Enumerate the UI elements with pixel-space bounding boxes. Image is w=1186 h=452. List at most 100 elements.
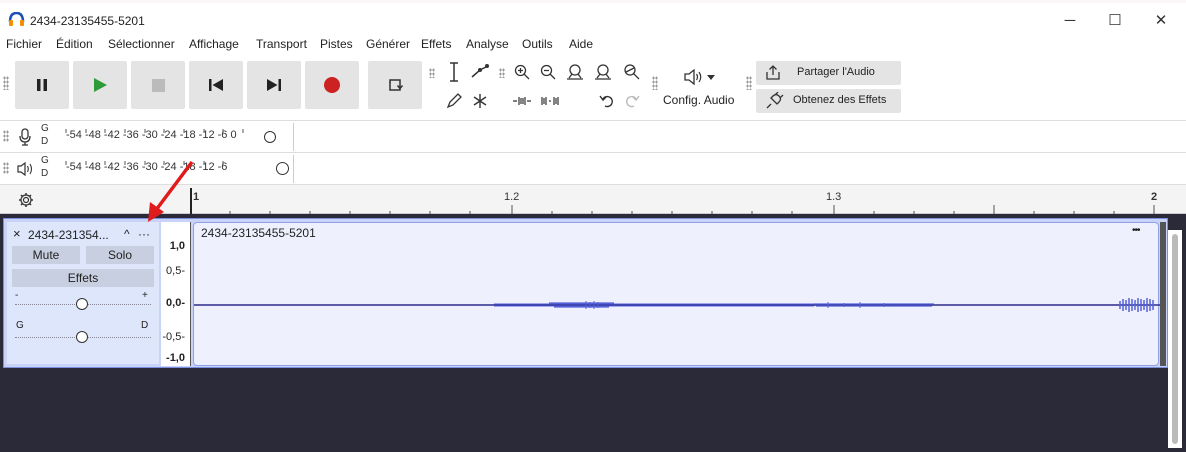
- share-audio-label: Partager l'Audio: [797, 66, 875, 78]
- pan-right-label: D: [141, 320, 149, 331]
- menu-generer[interactable]: Générer: [366, 37, 410, 51]
- trim-button[interactable]: [511, 90, 533, 112]
- record-meter-toolbar: G D -54 -48 -42 -36 -30 -24 -18 -12 -6 0: [0, 120, 1186, 152]
- menu-transport[interactable]: Transport: [256, 37, 307, 51]
- loop-button[interactable]: [368, 61, 422, 109]
- close-track-icon[interactable]: ×: [13, 226, 21, 241]
- zoom-selection-icon: [567, 64, 583, 80]
- playback-meter-channel-g: G: [41, 155, 49, 166]
- audio-clip[interactable]: 2434-23135455-5201 •••: [193, 222, 1160, 367]
- menu-pistes[interactable]: Pistes: [320, 37, 353, 51]
- speaker-icon: [684, 69, 702, 85]
- silence-button[interactable]: [539, 90, 561, 112]
- multi-tool[interactable]: [469, 90, 491, 112]
- solo-button[interactable]: Solo: [86, 246, 154, 264]
- record-icon: [324, 77, 340, 93]
- trim-icon: [513, 97, 531, 105]
- track-menu-icon[interactable]: ···: [138, 227, 150, 241]
- collapse-track-icon[interactable]: ^: [124, 227, 130, 241]
- scrollbar-thumb[interactable]: [1172, 234, 1178, 444]
- menu-aide[interactable]: Aide: [569, 37, 593, 51]
- ruler-label-1-3: 1.3: [826, 191, 842, 203]
- minimize-button[interactable]: ─: [1050, 7, 1090, 33]
- record-meter-grip[interactable]: [3, 130, 9, 142]
- skip-to-end-button[interactable]: [247, 61, 301, 109]
- envelope-tool[interactable]: [469, 61, 491, 83]
- undo-icon: [599, 95, 613, 108]
- track-area[interactable]: × 2434-231354... ^ ··· Mute Solo Effets …: [0, 214, 1186, 452]
- audio-setup-grip[interactable]: [652, 76, 658, 90]
- annotation-arrow: [148, 160, 194, 222]
- ruler-label-2: 2: [1151, 191, 1158, 203]
- asterisk-icon: [473, 94, 487, 108]
- gain-slider-handle[interactable]: [76, 298, 88, 310]
- record-meter-ticks: [65, 129, 244, 133]
- skip-to-start-button[interactable]: [189, 61, 243, 109]
- playback-volume-slider[interactable]: [276, 162, 289, 175]
- fit-project-button[interactable]: [592, 61, 614, 83]
- track-name[interactable]: 2434-231354...: [28, 228, 109, 242]
- menu-bar: Fichier Édition Sélectionner Affichage T…: [0, 34, 1186, 54]
- share-audio-button[interactable]: Partager l'Audio: [756, 61, 901, 85]
- zoom-in-icon: [514, 64, 530, 80]
- speaker-icon[interactable]: [16, 162, 36, 176]
- loop-icon: [389, 79, 404, 91]
- menu-selectionner[interactable]: Sélectionner: [108, 37, 175, 51]
- skip-end-icon: [267, 79, 281, 91]
- zoom-grip[interactable]: [499, 68, 505, 78]
- close-button[interactable]: ✕: [1141, 7, 1181, 33]
- skip-start-icon: [209, 79, 223, 91]
- audio-setup-button[interactable]: Config. Audio: [660, 61, 742, 111]
- menu-effets[interactable]: Effets: [421, 37, 451, 51]
- redo-button[interactable]: [621, 90, 643, 112]
- scale-label-0: 0,0-: [166, 297, 185, 309]
- scale-label-minus-1: -1,0: [166, 352, 185, 364]
- menu-fichier[interactable]: Fichier: [6, 37, 42, 51]
- undo-button[interactable]: [596, 90, 618, 112]
- pan-left-label: G: [16, 320, 24, 331]
- plug-icon: [766, 92, 784, 109]
- toolbar-grip[interactable]: [3, 76, 9, 90]
- track-control-panel[interactable]: × 2434-231354... ^ ··· Mute Solo Effets …: [7, 222, 159, 364]
- record-button[interactable]: [305, 61, 359, 109]
- record-volume-slider[interactable]: [264, 131, 276, 143]
- stop-icon: [151, 78, 165, 92]
- microphone-icon[interactable]: [18, 128, 32, 146]
- vertical-scrollbar[interactable]: [1168, 230, 1182, 448]
- audio-track[interactable]: × 2434-231354... ^ ··· Mute Solo Effets …: [3, 218, 1168, 368]
- ruler-label-1-2: 1.2: [504, 191, 520, 203]
- amplitude-scale[interactable]: 1,0 0,5- 0,0- -0,5- -1,0: [161, 222, 191, 366]
- track-resize-handle[interactable]: [1160, 222, 1166, 366]
- pause-button[interactable]: [15, 61, 69, 109]
- scale-label-0-5: 0,5-: [166, 265, 185, 277]
- selection-tool[interactable]: [443, 61, 465, 83]
- tools-grip[interactable]: [429, 68, 435, 78]
- get-effects-button[interactable]: Obtenez des Effets: [756, 89, 901, 113]
- record-meter-channel-d: D: [41, 136, 49, 147]
- zoom-out-button[interactable]: [537, 61, 559, 83]
- pan-slider-handle[interactable]: [76, 331, 88, 343]
- playback-meter-channel-d: D: [41, 168, 49, 179]
- mute-button[interactable]: Mute: [12, 246, 80, 264]
- gear-icon[interactable]: [18, 192, 34, 208]
- fit-selection-button[interactable]: [564, 61, 586, 83]
- draw-tool[interactable]: [443, 90, 465, 112]
- menu-affichage[interactable]: Affichage: [189, 37, 239, 51]
- playback-meter-grip[interactable]: [3, 162, 9, 174]
- redo-icon: [626, 95, 640, 108]
- menu-outils[interactable]: Outils: [522, 37, 553, 51]
- waveform[interactable]: [194, 223, 1160, 367]
- menu-edition[interactable]: Édition: [56, 37, 93, 51]
- pause-icon: [37, 79, 47, 91]
- scale-label-minus-0-5: -0,5-: [162, 331, 185, 343]
- play-button[interactable]: [73, 61, 127, 109]
- effects-button[interactable]: Effets: [12, 269, 154, 287]
- maximize-button[interactable]: ☐: [1095, 7, 1135, 33]
- zoom-in-button[interactable]: [511, 61, 533, 83]
- share-grip[interactable]: [746, 76, 752, 90]
- zoom-toggle-button[interactable]: [621, 61, 643, 83]
- get-effects-label: Obtenez des Effets: [793, 94, 887, 106]
- menu-analyse[interactable]: Analyse: [466, 37, 509, 51]
- stop-button[interactable]: [131, 61, 185, 109]
- upload-icon: [766, 65, 780, 80]
